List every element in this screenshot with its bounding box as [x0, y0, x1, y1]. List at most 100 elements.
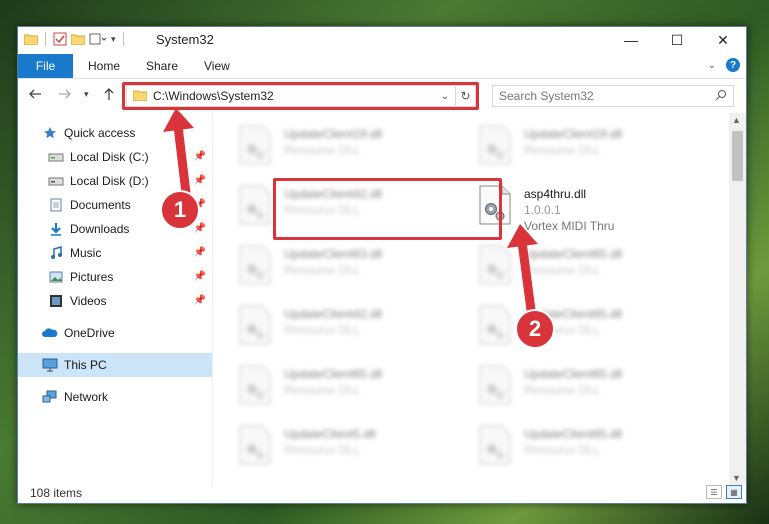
sidebar-item-videos[interactable]: Videos 📌	[18, 289, 212, 313]
forward-arrow-icon[interactable]	[58, 87, 72, 104]
pin-icon[interactable]: 📌	[194, 247, 206, 258]
file-type: Resource DLL	[524, 443, 601, 457]
dll-file-icon	[239, 365, 271, 405]
file-version: 1.0.0.1	[524, 203, 561, 217]
scroll-down-icon[interactable]: ▼	[732, 473, 741, 483]
sidebar-item-local-disk-c[interactable]: Local Disk (C:) 📌	[18, 145, 212, 169]
recent-locations-icon[interactable]: ▾	[84, 89, 89, 100]
window-controls: — ☐ ✕	[608, 27, 746, 53]
dll-file-icon	[479, 365, 511, 405]
address-highlight-box	[122, 82, 479, 110]
list-item[interactable]: UpdateClient65.dll Resource DLL	[458, 361, 688, 415]
file-type: Resource DLL	[284, 143, 361, 157]
vertical-scrollbar[interactable]: ▲ ▼	[729, 113, 746, 485]
sidebar-item-music[interactable]: Music 📌	[18, 241, 212, 265]
sidebar-item-pictures[interactable]: Pictures 📌	[18, 265, 212, 289]
file-type: Resource DLL	[524, 263, 601, 277]
help-icon[interactable]: ?	[726, 58, 740, 72]
properties-icon[interactable]	[53, 32, 67, 46]
pin-icon[interactable]: 📌	[194, 151, 206, 162]
customize-qat-icon[interactable]	[89, 33, 107, 45]
sidebar-item-onedrive[interactable]: OneDrive	[18, 321, 212, 345]
pin-icon[interactable]: 📌	[194, 175, 206, 186]
list-item[interactable]: UpdateClient19.dll Resource DLL	[458, 121, 688, 175]
address-row: ▾ C:\Windows\System32 ⌄ ↻ Search System3…	[18, 82, 746, 111]
dll-file-icon	[479, 305, 511, 345]
tab-file[interactable]: File	[18, 54, 73, 78]
file-name: UpdateClient5.dll	[284, 427, 376, 441]
quick-access-toolbar: ▾	[24, 32, 127, 46]
pane-divider[interactable]	[212, 113, 213, 485]
list-item[interactable]: UpdateClient42.dll Resource DLL	[218, 301, 448, 355]
tab-home[interactable]: Home	[88, 54, 120, 78]
toolbar-separator	[122, 32, 124, 46]
drive-icon	[48, 149, 64, 165]
file-list: UpdateClient19.dll Resource DLL UpdateCl…	[218, 113, 728, 485]
tab-share[interactable]: Share	[146, 54, 178, 78]
dll-file-icon	[239, 125, 271, 165]
maximize-button[interactable]: ☐	[654, 27, 700, 53]
file-type: Resource DLL	[284, 443, 361, 457]
search-input[interactable]: Search System32	[492, 85, 734, 107]
ribbon-tabs: File Home Share View ⌄ ?	[18, 54, 746, 79]
file-type: Resource DLL	[284, 383, 361, 397]
sidebar-item-network[interactable]: Network	[18, 385, 212, 409]
tiles-view-icon[interactable]: ▦	[726, 485, 742, 499]
pin-icon[interactable]: 📌	[194, 271, 206, 282]
list-item[interactable]: UpdateClient65.dll Resource DLL	[458, 301, 688, 355]
close-button[interactable]: ✕	[700, 27, 746, 53]
sidebar-item-label: OneDrive	[64, 326, 115, 340]
dll-file-icon	[239, 305, 271, 345]
dll-file-icon	[239, 185, 271, 225]
window-title: System32	[156, 32, 214, 47]
download-icon	[48, 221, 64, 237]
tab-view[interactable]: View	[204, 54, 230, 78]
file-name: asp4thru.dll	[524, 187, 587, 201]
file-name: UpdateClient19.dll	[284, 127, 383, 141]
sidebar-item-label: Pictures	[70, 270, 114, 284]
status-bar: 108 items ☰ ▦	[18, 483, 746, 503]
file-type: Resource DLL	[524, 383, 601, 397]
pin-icon[interactable]: 📌	[194, 223, 206, 234]
documents-icon	[48, 197, 64, 213]
step-badge-2: 2	[515, 309, 555, 349]
back-arrow-icon[interactable]	[28, 87, 42, 104]
sidebar-item-label: This PC	[64, 358, 107, 372]
file-name: UpdateClient65.dll	[524, 367, 623, 381]
folder-icon	[24, 33, 38, 45]
file-type: Resource DLL	[284, 263, 361, 277]
list-item[interactable]: UpdateClient65.dll Resource DLL	[218, 361, 448, 415]
list-item[interactable]: UpdateClient63.dll Resource DLL	[218, 241, 448, 295]
network-icon	[42, 389, 58, 405]
drive-icon	[48, 173, 64, 189]
list-item[interactable]: UpdateClient65.dll Resource DLL	[458, 421, 688, 475]
list-item[interactable]: UpdateClient5.dll Resource DLL	[218, 421, 448, 475]
scroll-up-icon[interactable]: ▲	[732, 115, 741, 125]
ribbon-right-controls: ⌄ ?	[708, 58, 740, 72]
details-view-icon[interactable]: ☰	[706, 485, 722, 499]
file-name: UpdateClient65.dll	[524, 247, 623, 261]
step-badge-1: 1	[160, 190, 200, 230]
file-name: UpdateClient42.dll	[284, 307, 383, 321]
pin-icon[interactable]: 📌	[194, 295, 206, 306]
videos-icon	[48, 293, 64, 309]
new-folder-icon[interactable]	[71, 33, 85, 45]
cloud-icon	[42, 325, 58, 341]
minimize-button[interactable]: —	[608, 27, 654, 53]
dll-file-icon	[239, 245, 271, 285]
dll-file-icon	[479, 425, 511, 465]
chevron-down-icon[interactable]: ▾	[111, 34, 116, 45]
sidebar-item-label: Quick access	[64, 126, 136, 140]
file-name: UpdateClient65.dll	[524, 427, 623, 441]
scroll-thumb[interactable]	[732, 131, 743, 181]
list-item[interactable]: UpdateClient19.dll Resource DLL	[218, 121, 448, 175]
navigation-pane: Quick access Local Disk (C:) 📌 Local Dis…	[18, 113, 212, 485]
list-item[interactable]: UpdateClient65.dll Resource DLL	[458, 241, 688, 295]
up-arrow-icon[interactable]	[102, 87, 116, 104]
sidebar-item-label: Local Disk (C:)	[70, 150, 149, 164]
sidebar-item-label: Music	[70, 246, 102, 260]
sidebar-item-this-pc[interactable]: This PC	[18, 353, 212, 377]
sidebar-item-quick-access[interactable]: Quick access	[18, 121, 212, 145]
search-icon[interactable]	[715, 89, 727, 104]
expand-ribbon-icon[interactable]: ⌄	[708, 60, 716, 71]
